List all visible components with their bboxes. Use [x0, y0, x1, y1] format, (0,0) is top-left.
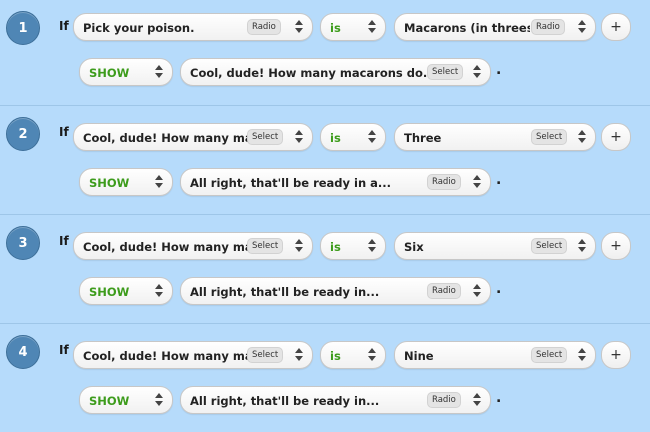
target-type-tag: Radio — [427, 392, 461, 408]
rule-2: 2 If Cool, dude! How many ma Select is T… — [0, 105, 650, 213]
updown-arrows-icon — [569, 342, 595, 368]
operator-select-text: is — [330, 131, 341, 145]
value-type-tag: Select — [531, 129, 568, 145]
field-type-tag: Select — [247, 129, 284, 145]
operator-select-text: is — [330, 21, 341, 35]
value-select[interactable]: Macarons (in threes Radio — [394, 13, 596, 41]
updown-arrows-icon — [146, 59, 172, 85]
updown-arrows-icon — [286, 124, 312, 150]
updown-arrows-icon — [286, 342, 312, 368]
updown-arrows-icon — [359, 342, 385, 368]
action-select[interactable]: SHOW — [79, 58, 173, 86]
action-select[interactable]: SHOW — [79, 168, 173, 196]
rule-period: . — [496, 281, 502, 297]
action-select[interactable]: SHOW — [79, 386, 173, 414]
updown-arrows-icon — [464, 169, 490, 195]
field-type-tag: Radio — [247, 19, 281, 35]
value-type-tag: Select — [531, 347, 568, 363]
field-select[interactable]: Pick your poison. Radio — [73, 13, 313, 41]
value-select[interactable]: Three Select — [394, 123, 596, 151]
field-select[interactable]: Cool, dude! How many ma Select — [73, 123, 313, 151]
rule-period: . — [496, 172, 502, 188]
rule-number-badge: 4 — [6, 335, 40, 369]
updown-arrows-icon — [569, 124, 595, 150]
updown-arrows-icon — [286, 14, 312, 40]
rule-3: 3 If Cool, dude! How many ma Select is S… — [0, 214, 650, 322]
field-select-text: Cool, dude! How many ma — [83, 240, 251, 254]
add-condition-button[interactable]: + — [601, 341, 631, 369]
target-type-tag: Radio — [427, 174, 461, 190]
action-select-text: SHOW — [89, 176, 130, 190]
updown-arrows-icon — [359, 233, 385, 259]
target-type-tag: Radio — [427, 283, 461, 299]
value-select[interactable]: Nine Select — [394, 341, 596, 369]
target-select-text: All right, that'll be ready in a... — [190, 176, 392, 190]
operator-select[interactable]: is — [320, 123, 386, 151]
updown-arrows-icon — [146, 278, 172, 304]
target-type-tag: Select — [427, 64, 464, 80]
value-type-tag: Select — [531, 238, 568, 254]
rule-4: 4 If Cool, dude! How many ma Select is N… — [0, 323, 650, 431]
operator-select-text: is — [330, 240, 341, 254]
updown-arrows-icon — [569, 233, 595, 259]
operator-select[interactable]: is — [320, 232, 386, 260]
updown-arrows-icon — [464, 278, 490, 304]
target-select-text: All right, that'll be ready in... — [190, 285, 380, 299]
value-select-text: Six — [404, 240, 424, 254]
add-condition-button[interactable]: + — [601, 232, 631, 260]
if-label: If — [59, 19, 69, 33]
value-select-text: Nine — [404, 349, 434, 363]
add-condition-button[interactable]: + — [601, 13, 631, 41]
updown-arrows-icon — [146, 169, 172, 195]
target-select[interactable]: All right, that'll be ready in... Radio — [180, 386, 491, 414]
value-select[interactable]: Six Select — [394, 232, 596, 260]
if-label: If — [59, 125, 69, 139]
operator-select[interactable]: is — [320, 13, 386, 41]
updown-arrows-icon — [286, 233, 312, 259]
if-label: If — [59, 343, 69, 357]
field-select-text: Pick your poison. — [83, 21, 195, 35]
operator-select[interactable]: is — [320, 341, 386, 369]
rule-number-badge: 1 — [6, 11, 40, 45]
add-condition-button[interactable]: + — [601, 123, 631, 151]
updown-arrows-icon — [146, 387, 172, 413]
target-select-text: Cool, dude! How many macarons do... — [190, 66, 430, 80]
rule-1: 1 If Pick your poison. Radio is Macarons… — [0, 0, 650, 108]
field-select[interactable]: Cool, dude! How many ma Select — [73, 341, 313, 369]
action-select-text: SHOW — [89, 394, 130, 408]
target-select[interactable]: Cool, dude! How many macarons do... Sele… — [180, 58, 491, 86]
action-select-text: SHOW — [89, 285, 130, 299]
target-select-text: All right, that'll be ready in... — [190, 394, 380, 408]
field-select-text: Cool, dude! How many ma — [83, 349, 251, 363]
value-select-text: Three — [404, 131, 442, 145]
updown-arrows-icon — [359, 14, 385, 40]
operator-select-text: is — [330, 349, 341, 363]
rule-number-badge: 3 — [6, 226, 40, 260]
updown-arrows-icon — [464, 387, 490, 413]
rule-number-badge: 2 — [6, 117, 40, 151]
target-select[interactable]: All right, that'll be ready in... Radio — [180, 277, 491, 305]
rule-period: . — [496, 62, 502, 78]
value-select-text: Macarons (in threes — [404, 21, 530, 35]
target-select[interactable]: All right, that'll be ready in a... Radi… — [180, 168, 491, 196]
action-select-text: SHOW — [89, 66, 130, 80]
if-label: If — [59, 234, 69, 248]
updown-arrows-icon — [569, 14, 595, 40]
action-select[interactable]: SHOW — [79, 277, 173, 305]
rule-period: . — [496, 390, 502, 406]
updown-arrows-icon — [464, 59, 490, 85]
field-select-text: Cool, dude! How many ma — [83, 131, 251, 145]
field-type-tag: Select — [247, 238, 284, 254]
updown-arrows-icon — [359, 124, 385, 150]
field-type-tag: Select — [247, 347, 284, 363]
field-select[interactable]: Cool, dude! How many ma Select — [73, 232, 313, 260]
value-type-tag: Radio — [531, 19, 565, 35]
